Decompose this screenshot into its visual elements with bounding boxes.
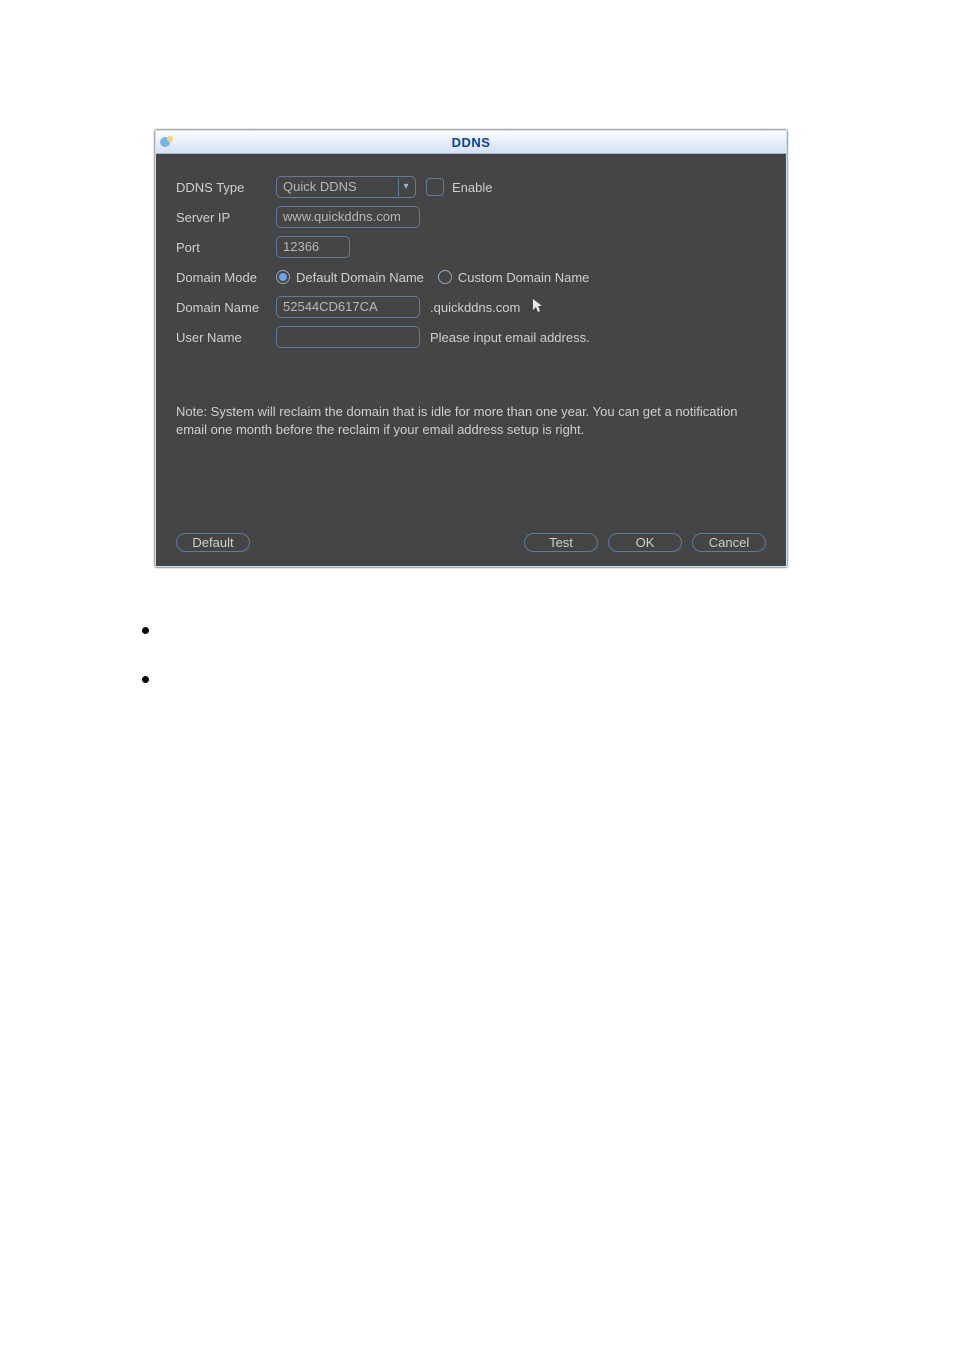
dialog-title: DDNS — [156, 135, 786, 150]
ddns-type-value: Quick DDNS — [283, 178, 398, 196]
label-domain-name: Domain Name — [176, 300, 276, 315]
cancel-button[interactable]: Cancel — [692, 533, 766, 552]
label-ddns-type: DDNS Type — [176, 180, 276, 195]
dialog-body: DDNS Type Quick DDNS ▾ Enable Server IP … — [156, 154, 786, 566]
dialog-footer: Default Test OK Cancel — [176, 533, 766, 552]
ok-button[interactable]: OK — [608, 533, 682, 552]
label-domain-mode: Domain Mode — [176, 270, 276, 285]
bullet-list — [142, 627, 854, 683]
radio-default-domain[interactable] — [276, 270, 290, 284]
domain-name-input[interactable]: 52544CD617CA — [276, 296, 420, 318]
default-button[interactable]: Default — [176, 533, 250, 552]
cursor-icon — [532, 298, 546, 317]
radio-custom-domain[interactable] — [438, 270, 452, 284]
note-text: Note: System will reclaim the domain tha… — [176, 403, 766, 438]
domain-suffix: .quickddns.com — [430, 300, 520, 315]
bullet-icon — [142, 676, 149, 683]
enable-label: Enable — [452, 180, 492, 195]
server-ip-input[interactable]: www.quickddns.com — [276, 206, 420, 228]
label-user-name: User Name — [176, 330, 276, 345]
label-port: Port — [176, 240, 276, 255]
label-server-ip: Server IP — [176, 210, 276, 225]
test-button[interactable]: Test — [524, 533, 598, 552]
user-name-input[interactable] — [276, 326, 420, 348]
port-input[interactable]: 12366 — [276, 236, 350, 258]
chevron-down-icon: ▾ — [398, 178, 413, 196]
radio-default-label: Default Domain Name — [296, 270, 424, 285]
ddns-dialog: DDNS DDNS Type Quick DDNS ▾ Enable Serve… — [155, 130, 787, 567]
user-name-hint: Please input email address. — [430, 330, 590, 345]
titlebar: DDNS — [156, 131, 786, 154]
bullet-icon — [142, 627, 149, 634]
enable-checkbox[interactable] — [426, 178, 444, 196]
ddns-type-select[interactable]: Quick DDNS ▾ — [276, 176, 416, 198]
radio-custom-label: Custom Domain Name — [458, 270, 590, 285]
